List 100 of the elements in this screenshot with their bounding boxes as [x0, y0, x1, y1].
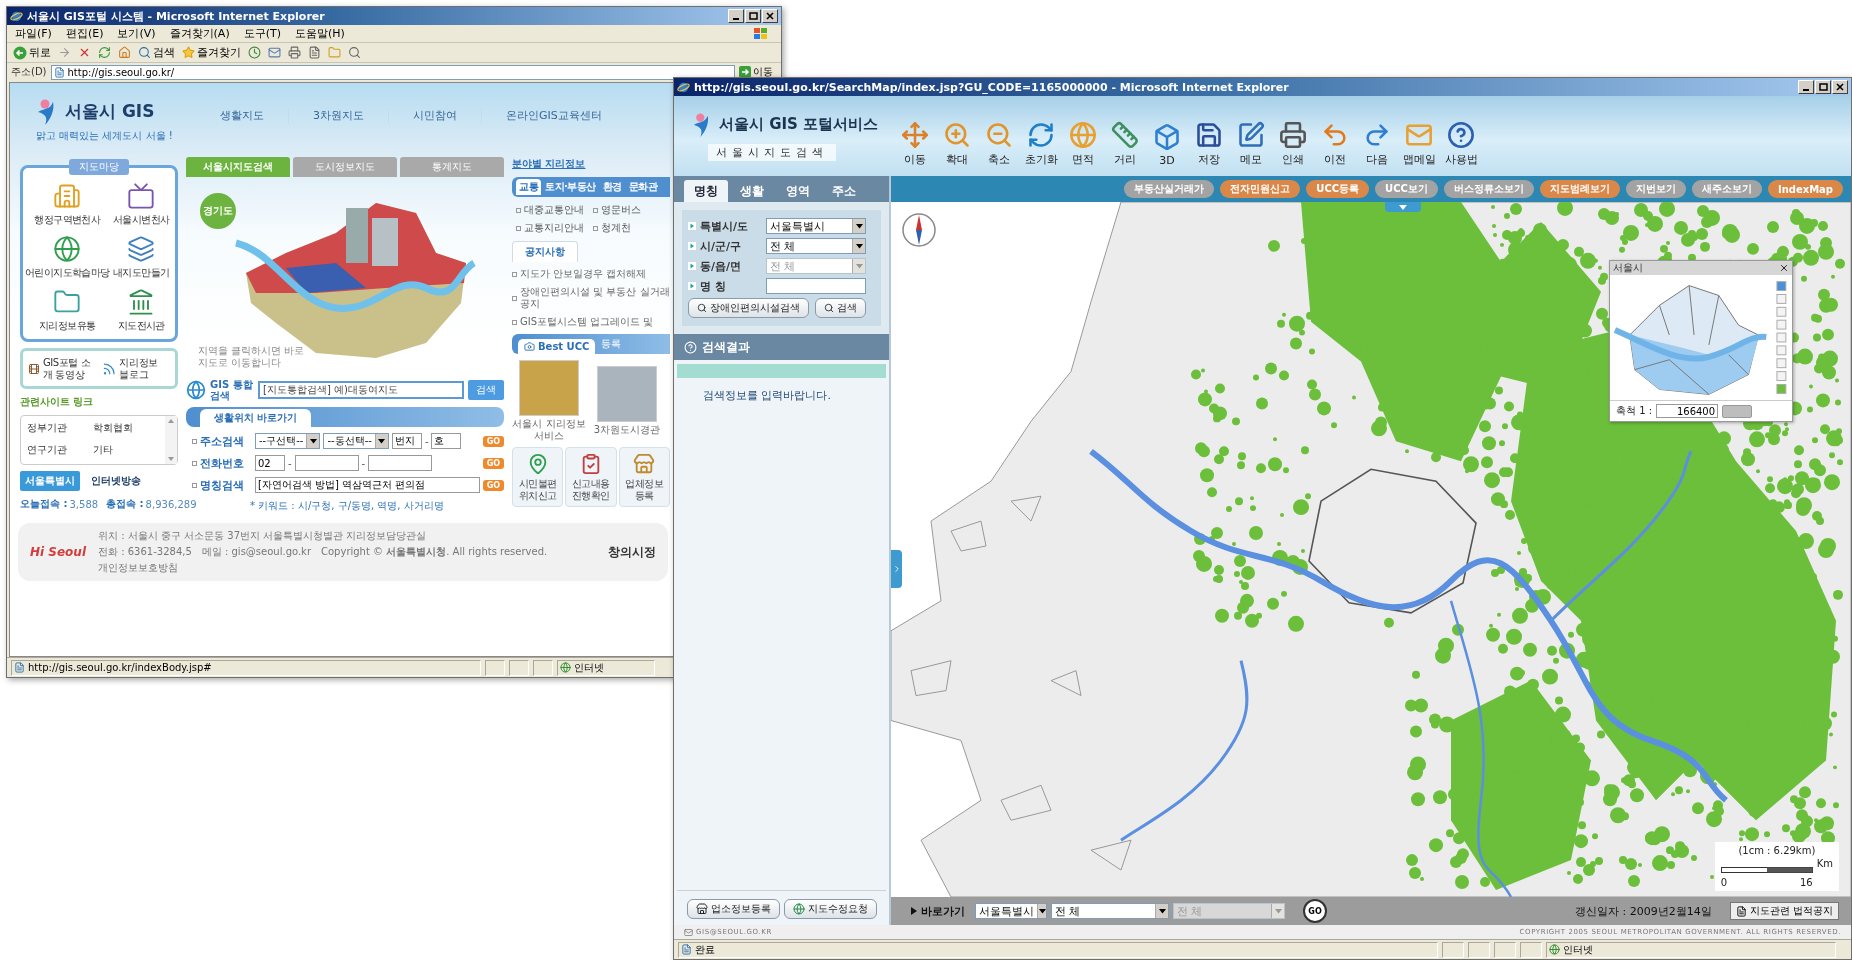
- toolbar-button[interactable]: 인쇄: [1274, 121, 1312, 167]
- menu-item[interactable]: 편집(E): [65, 26, 104, 41]
- related-link[interactable]: 학회협회: [93, 421, 159, 437]
- folder-icon[interactable]: [328, 46, 341, 59]
- search-button[interactable]: 장애인편의시설검색: [688, 298, 809, 318]
- home-icon[interactable]: [118, 46, 131, 59]
- related-link[interactable]: 기타: [93, 443, 159, 459]
- toolbar-button[interactable]: 사용법: [1442, 121, 1480, 167]
- nav-link[interactable]: 시민참여: [388, 107, 481, 123]
- menu-item[interactable]: 파일(F): [15, 26, 52, 41]
- input-field[interactable]: 02: [255, 455, 285, 471]
- map-yard-link[interactable]: 지도전시관: [109, 288, 173, 333]
- nav-link[interactable]: 생활지도: [196, 107, 288, 123]
- toolbar-button[interactable]: 저장: [1190, 121, 1228, 167]
- favorites-button[interactable]: 즐겨찾기: [182, 45, 241, 60]
- minimize-button[interactable]: [1798, 80, 1814, 94]
- service-link[interactable]: 업체정보 등록: [618, 447, 670, 507]
- toolbar-button[interactable]: 3D: [1148, 123, 1186, 167]
- search-icon[interactable]: [348, 46, 361, 59]
- close-icon[interactable]: [1779, 263, 1789, 273]
- toolbar-button[interactable]: 맵메일: [1400, 121, 1438, 167]
- toolbar-button[interactable]: 축소: [980, 121, 1018, 167]
- menu-item[interactable]: 도움말(H): [295, 26, 345, 41]
- close-button[interactable]: [762, 9, 778, 23]
- search-tab[interactable]: 주소: [822, 180, 866, 202]
- maximize-button[interactable]: [1815, 80, 1831, 94]
- related-link[interactable]: 연구기관: [27, 443, 93, 459]
- info-link[interactable]: 청계천: [601, 221, 631, 235]
- map-yard-link[interactable]: 어린이지도학습마당: [25, 235, 110, 280]
- section-title[interactable]: 분야별 지리정보: [512, 157, 670, 171]
- search-tab[interactable]: 생활: [730, 180, 774, 202]
- minimize-button[interactable]: [728, 9, 744, 23]
- request-button[interactable]: 지도수정요청: [783, 899, 877, 919]
- go-button[interactable]: GO: [1303, 899, 1327, 923]
- notice-tab[interactable]: 공지사항: [512, 241, 578, 262]
- map-yard-link[interactable]: 내지도만들기: [109, 235, 173, 280]
- maximize-button[interactable]: [745, 9, 761, 23]
- ucc-caption[interactable]: 3차원도시경관: [593, 423, 661, 436]
- toolbar-button[interactable]: 초기화: [1022, 121, 1060, 167]
- nav-link[interactable]: 온라인GIS교육센터: [481, 107, 626, 123]
- section-tab[interactable]: Best UCC: [518, 339, 596, 354]
- toolbar-button[interactable]: 이동: [896, 121, 934, 167]
- input-field[interactable]: 호: [431, 433, 462, 449]
- notice-link[interactable]: 장애인편의시설 및 부동산 실거래 공지: [520, 286, 670, 310]
- back-button[interactable]: 뒤로: [13, 45, 51, 60]
- notice-link[interactable]: 지도가 안보일경우 캡처해제: [520, 268, 647, 280]
- panel-toggle-button[interactable]: [1385, 202, 1421, 212]
- printer-icon[interactable]: [288, 46, 301, 59]
- map-yard-link[interactable]: 행정구역변천사: [25, 182, 110, 227]
- close-button[interactable]: [1832, 80, 1848, 94]
- toolbar-button[interactable]: 확대: [938, 121, 976, 167]
- scale-field[interactable]: 166400: [1656, 404, 1719, 418]
- legal-notice-button[interactable]: 지도관련 법적공지: [1729, 902, 1839, 920]
- input-field[interactable]: [368, 455, 433, 471]
- toolbar-button[interactable]: 거리: [1106, 121, 1144, 167]
- service-link[interactable]: 신고내용 진행확인: [565, 447, 617, 507]
- search-button[interactable]: 검색: [138, 45, 175, 60]
- forward-icon[interactable]: [58, 46, 71, 59]
- dropdown[interactable]: 서울특별시: [975, 903, 1047, 919]
- category-tab[interactable]: 교통: [516, 179, 541, 195]
- dropdown[interactable]: 전 체: [1051, 903, 1169, 919]
- history-icon[interactable]: [248, 46, 261, 59]
- menu-item[interactable]: 즐겨찾기(A): [169, 26, 230, 41]
- input-field[interactable]: 번지: [391, 433, 422, 449]
- service-link[interactable]: 시민불편 위치신고: [512, 447, 564, 507]
- toolbar-button[interactable]: 이전: [1316, 121, 1354, 167]
- input-field[interactable]: [766, 278, 866, 294]
- search-tab[interactable]: 영역: [776, 180, 820, 202]
- map-yard-link[interactable]: 지리정보유통: [25, 288, 110, 333]
- input-field[interactable]: [자연어검색 방법] 역삼역근처 편의점: [255, 477, 480, 493]
- notice-link[interactable]: GIS포털시스템 업그레이드 및: [520, 316, 654, 328]
- ucc-caption[interactable]: 서울시 지리정보서비스: [512, 418, 586, 441]
- menu-item[interactable]: 도구(T): [243, 26, 281, 41]
- dropdown[interactable]: --구선택--: [255, 433, 321, 449]
- stop-icon[interactable]: [78, 46, 91, 59]
- dropdown[interactable]: 서울특별시: [766, 218, 866, 234]
- promo-link[interactable]: 지리정보 블로그: [102, 357, 170, 380]
- search-field[interactable]: [지도통합검색] 예)대동여지도: [258, 381, 464, 399]
- dropdown[interactable]: 전 체: [766, 238, 866, 254]
- address-field[interactable]: http://gis.seoul.go.kr/: [50, 64, 735, 80]
- panel-toggle-button[interactable]: [891, 549, 902, 588]
- toolbar-button[interactable]: 다음: [1358, 121, 1396, 167]
- document-icon[interactable]: [308, 46, 321, 59]
- mail-icon[interactable]: [268, 46, 281, 59]
- apply-button[interactable]: [1722, 404, 1753, 418]
- map-yard-link[interactable]: 서울시변천사: [109, 182, 173, 227]
- nav-link[interactable]: 3차원지도: [288, 107, 388, 123]
- register-button[interactable]: 업소정보등록: [686, 899, 780, 919]
- info-link[interactable]: 교통지리안내: [524, 221, 584, 235]
- related-link[interactable]: 정부기관: [27, 421, 93, 437]
- search-tab[interactable]: 명칭: [684, 180, 728, 202]
- refresh-icon[interactable]: [98, 46, 111, 59]
- search-button[interactable]: 검색: [815, 298, 866, 318]
- menu-item[interactable]: 보기(V): [117, 26, 156, 41]
- info-link[interactable]: 대중교통안내: [524, 203, 584, 217]
- input-field[interactable]: [294, 455, 359, 471]
- dropdown[interactable]: --동선택--: [323, 433, 389, 449]
- toolbar-button[interactable]: 메모: [1232, 121, 1270, 167]
- promo-link[interactable]: GIS포털 소개 동영상: [28, 357, 96, 380]
- section-tab[interactable]: 생활위치 바로가기: [200, 409, 312, 427]
